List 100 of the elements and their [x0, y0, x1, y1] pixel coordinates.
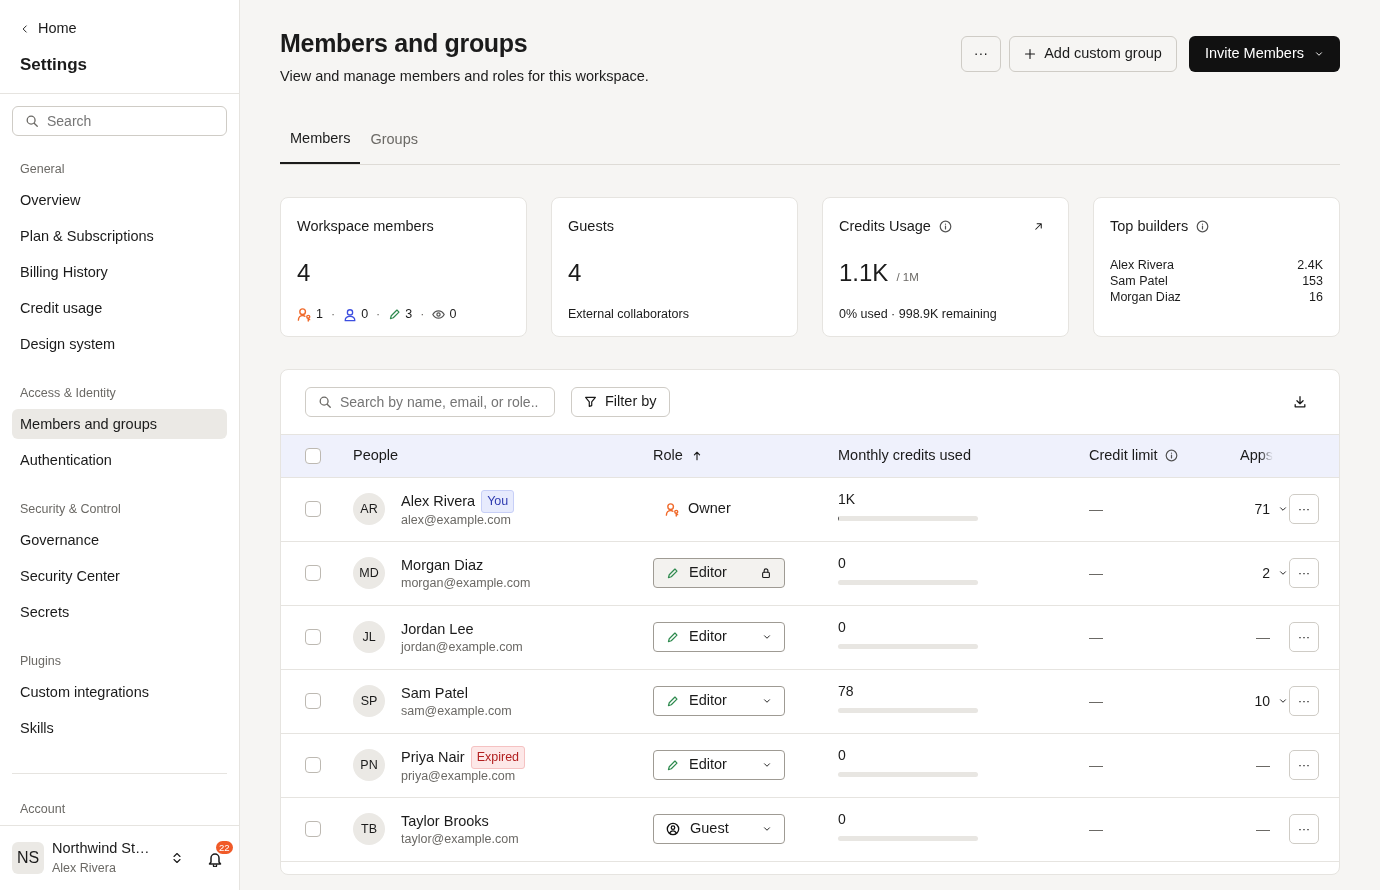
person-email: priya@example.com [401, 768, 517, 784]
tab[interactable]: Members [280, 127, 361, 164]
pencil-icon [388, 308, 402, 322]
avatar: TB [353, 813, 385, 845]
credit-limit: — [1089, 756, 1103, 773]
table-search-field[interactable]: Search by name, email, or role.. [305, 386, 555, 417]
status-tag: Expired [470, 746, 526, 769]
person-name: Alex Rivera [401, 491, 476, 511]
sidebar-item[interactable]: Skills [12, 712, 227, 743]
expand-icon[interactable] [1278, 696, 1288, 706]
filter-icon [584, 395, 597, 408]
eye-icon [432, 308, 446, 322]
avatar: MD [353, 557, 385, 589]
expand-icon[interactable] [1278, 504, 1288, 514]
column-header: Credit limit [1089, 445, 1158, 465]
column-header: People [353, 445, 399, 465]
row-menu-button[interactable]: ··· [1289, 558, 1319, 588]
sidebar-item[interactable]: Custom integrations [12, 676, 227, 707]
sidebar-item[interactable]: Governance [12, 524, 227, 555]
caret-icon [762, 696, 772, 706]
credit-limit: — [1089, 564, 1103, 581]
sidebar-item[interactable]: Credit usage [12, 293, 227, 323]
credit-limit: — [1089, 628, 1103, 645]
separator-dot: · [420, 306, 425, 324]
section-heading: Plugins [20, 654, 61, 668]
sidebar-item[interactable]: Billing History [12, 257, 227, 287]
info-icon [1165, 449, 1179, 462]
credit-limit: — [1089, 820, 1103, 837]
row-menu-button[interactable]: ··· [1289, 686, 1319, 716]
pencil-icon [666, 630, 679, 644]
add-group-button[interactable]: Add custom group [1009, 36, 1177, 72]
more-button[interactable]: ··· [960, 36, 1002, 72]
apps-count: — [1256, 819, 1270, 839]
sidebar-item[interactable]: Members and groups [12, 408, 227, 439]
back-link[interactable]: Home [20, 18, 219, 40]
workspace-name: Northwind St… [52, 838, 151, 858]
person-name: Morgan Diaz [401, 555, 484, 575]
info-icon [1196, 219, 1210, 233]
row-checkbox[interactable] [305, 501, 321, 517]
row-checkbox[interactable] [305, 565, 321, 581]
select-all-checkbox[interactable] [305, 447, 321, 464]
person-email: taylor@example.com [401, 832, 519, 848]
stat-value: 1.1K [839, 258, 889, 289]
sidebar-item[interactable]: Overview [12, 185, 227, 215]
caret-icon [762, 824, 772, 834]
role-select[interactable]: Editor [653, 750, 785, 780]
builder-credits: 16 [1309, 289, 1323, 306]
row-checkbox[interactable] [305, 693, 321, 709]
row-menu-button[interactable]: ··· [1289, 750, 1319, 780]
row-checkbox[interactable] [305, 757, 321, 773]
avatar: PN [353, 749, 385, 781]
separator-dot: · [376, 306, 381, 324]
row-menu-button[interactable]: ··· [1289, 814, 1319, 844]
download-icon[interactable] [1293, 394, 1307, 409]
sidebar-item[interactable]: Authentication [12, 444, 227, 475]
role-select[interactable]: Guest [653, 814, 785, 844]
pencil-icon [666, 758, 679, 772]
section-heading: Security & Control [20, 502, 121, 517]
caret-icon [762, 632, 772, 642]
card-title: Credits Usage [839, 216, 931, 236]
role-select[interactable]: Editor [653, 622, 785, 652]
status-tag: You [481, 490, 515, 513]
sidebar-item[interactable]: Security Center [12, 560, 227, 591]
builder-credits: 153 [1302, 273, 1323, 290]
notification-count: 22 [216, 841, 233, 855]
person-email: morgan@example.com [401, 576, 531, 592]
stat-unit: / 1M [896, 270, 919, 286]
search-icon [25, 114, 39, 129]
pencil-icon [666, 694, 679, 708]
back-icon [20, 23, 30, 34]
role-select[interactable]: Editor [653, 686, 785, 716]
role-count: 0 [449, 306, 457, 324]
role-label: Owner [688, 499, 731, 519]
apps-count: 71 [1254, 499, 1270, 519]
arrow-up-right-icon[interactable] [1033, 220, 1044, 232]
sidebar-item[interactable]: Design system [12, 329, 227, 359]
row-checkbox[interactable] [305, 821, 321, 837]
builder-name: Morgan Diaz [1110, 289, 1181, 306]
credits-value: 78 [838, 682, 855, 701]
switcher-icon[interactable] [171, 851, 183, 864]
page-title: Members and groups [280, 28, 529, 58]
apps-count: 2 [1262, 563, 1270, 583]
row-menu-button[interactable]: ··· [1289, 494, 1319, 524]
row-menu-button[interactable]: ··· [1289, 622, 1319, 652]
filter-button[interactable]: Filter by [571, 386, 670, 417]
plus-icon [1024, 48, 1037, 60]
row-checkbox[interactable] [305, 629, 321, 645]
tab[interactable]: Groups [360, 127, 428, 164]
role-count: 3 [405, 306, 413, 324]
caret-icon [1314, 49, 1324, 59]
expand-icon[interactable] [1278, 568, 1288, 578]
sidebar-item[interactable]: Secrets [12, 596, 227, 627]
builder-credits: 2.4K [1297, 257, 1323, 274]
invite-button[interactable]: Invite Members [1188, 36, 1340, 72]
person-circle-icon [666, 822, 680, 836]
section-heading: Account [20, 801, 66, 816]
sidebar-item[interactable]: Plan & Subscriptions [12, 221, 227, 251]
bell-icon[interactable] [207, 850, 223, 867]
card-title: Workspace members [297, 216, 434, 236]
search-field[interactable]: Search [12, 106, 227, 137]
